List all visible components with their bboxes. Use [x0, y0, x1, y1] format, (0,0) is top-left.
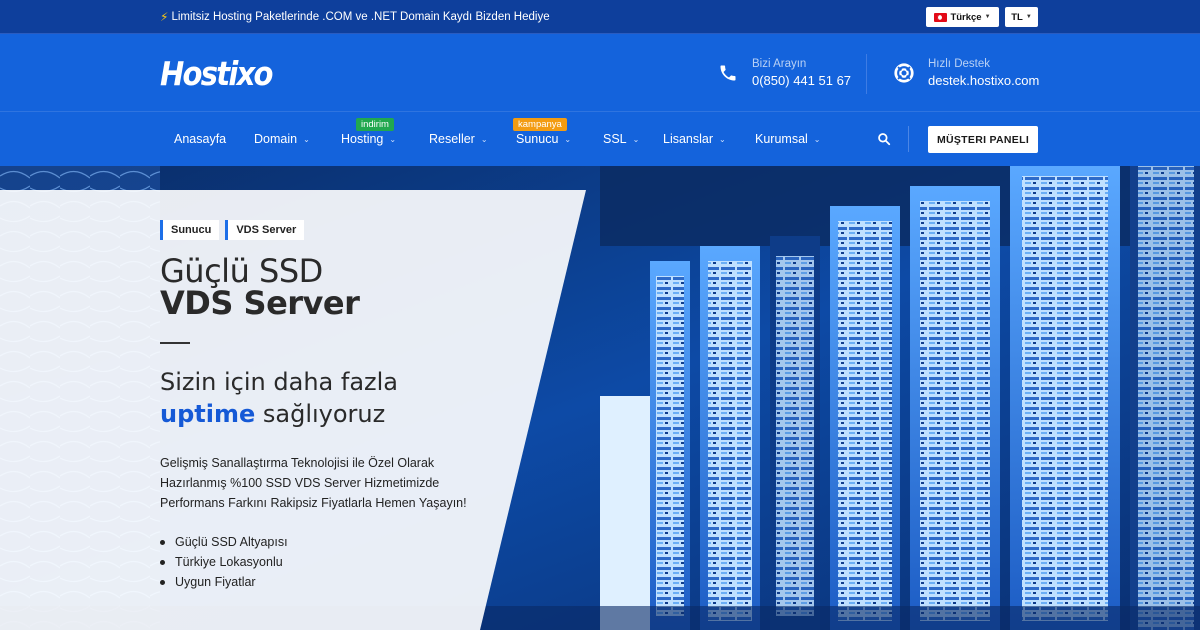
- chevron-down-icon: ⌄: [480, 134, 488, 144]
- nav-label: Lisanslar: [663, 132, 714, 146]
- chevron-down-icon: ⌄: [564, 134, 572, 144]
- phone-icon: [716, 61, 740, 85]
- support-link: destek.hostixo.com: [928, 73, 1040, 88]
- caret-down-icon: ▼: [1025, 14, 1032, 20]
- phone-label: Bizi Arayın: [752, 58, 807, 70]
- feature-text: Türkiye Lokasyonlu: [175, 555, 283, 569]
- site-logo[interactable]: Hostixo: [160, 54, 274, 93]
- feature-text: Güçlü SSD Altyapısı: [175, 535, 288, 549]
- breadcrumb-item[interactable]: VDS Server: [225, 220, 305, 240]
- promo-text: Limitsiz Hosting Paketlerinde .COM ve .N…: [171, 11, 550, 23]
- support-contact[interactable]: Hızlı Destek destek.hostixo.com: [892, 58, 1039, 88]
- nav-label: Sunucu: [516, 132, 559, 146]
- discount-badge: indirim: [356, 118, 394, 131]
- logo-text: Hostixo: [160, 54, 274, 93]
- nav-label: SSL: [603, 132, 627, 146]
- feature-item: Türkiye Lokasyonlu: [160, 552, 288, 572]
- feature-list: Güçlü SSD Altyapısı Türkiye Lokasyonlu U…: [160, 532, 288, 592]
- nav-divider: [908, 126, 909, 152]
- description-line: Gelişmiş Sanallaştırma Teknolojisi ile Ö…: [160, 456, 435, 470]
- nav-item-sunucu[interactable]: Sunucu ⌄: [516, 132, 571, 146]
- language-selector[interactable]: Türkçe ▼: [926, 7, 999, 27]
- caret-down-icon: ▼: [984, 14, 991, 20]
- bullet-icon: [160, 559, 165, 565]
- hero-title-bold: VDS Server: [160, 284, 360, 322]
- promo-banner[interactable]: ⚡ Limitsiz Hosting Paketlerinde .COM ve …: [160, 10, 550, 24]
- main-nav: Anasayfa Domain ⌄ indirim Hosting ⌄ Rese…: [0, 112, 1200, 166]
- nav-label: Hosting: [341, 132, 384, 146]
- title-divider: [160, 342, 190, 344]
- chevron-down-icon: ⌄: [719, 134, 726, 144]
- nav-item-anasayfa[interactable]: Anasayfa: [174, 132, 226, 146]
- chevron-down-icon: ⌄: [303, 134, 310, 144]
- bullet-icon: [160, 539, 165, 545]
- campaign-badge: kampanya: [513, 118, 567, 131]
- nav-item-lisanslar[interactable]: Lisanslar ⌄: [663, 132, 726, 146]
- nav-item-ssl[interactable]: SSL ⌄: [603, 132, 639, 146]
- nav-item-domain[interactable]: Domain ⌄: [254, 132, 310, 146]
- currency-selector[interactable]: TL ▼: [1005, 7, 1038, 27]
- nav-label: Reseller: [429, 132, 475, 146]
- top-bar: ⚡ Limitsiz Hosting Paketlerinde .COM ve …: [0, 0, 1200, 34]
- feature-item: Güçlü SSD Altyapısı: [160, 532, 288, 552]
- description-line: Hazırlanmış %100 SSD VDS Server Hizmetim…: [160, 476, 440, 490]
- phone-contact[interactable]: Bizi Arayın 0(850) 441 51 67: [716, 58, 851, 88]
- lifebuoy-icon: [892, 61, 916, 85]
- support-label: Hızlı Destek: [928, 58, 990, 70]
- header-divider: [866, 54, 867, 94]
- language-label: Türkçe: [950, 11, 982, 23]
- breadcrumb-item[interactable]: Sunucu: [160, 220, 220, 240]
- chevron-down-icon: ⌄: [813, 134, 821, 144]
- nav-label: Domain: [254, 132, 298, 146]
- bolt-icon: ⚡: [160, 10, 169, 24]
- currency-label: TL: [1011, 11, 1023, 23]
- chevron-down-icon: ⌄: [389, 134, 397, 144]
- subtitle-highlight: uptime: [160, 400, 256, 428]
- nav-label: Anasayfa: [174, 132, 227, 146]
- description-line: Performans Farkını Rakipsiz Fiyatlarla H…: [160, 496, 467, 510]
- chevron-down-icon: ⌄: [632, 134, 640, 144]
- feature-text: Uygun Fiyatlar: [175, 575, 256, 589]
- hero-section: Sunucu VDS Server Güçlü SSD VDS Server S…: [0, 166, 1200, 630]
- search-icon[interactable]: [877, 132, 891, 146]
- nav-item-hosting[interactable]: Hosting ⌄: [341, 132, 396, 146]
- turkey-flag-icon: [934, 12, 948, 22]
- bullet-icon: [160, 579, 165, 585]
- feature-item: Uygun Fiyatlar: [160, 572, 288, 592]
- nav-item-kurumsal[interactable]: Kurumsal ⌄: [755, 132, 821, 146]
- hero-subtitle-line1: Sizin için daha fazla: [160, 368, 398, 396]
- nav-item-reseller[interactable]: Reseller ⌄: [429, 132, 488, 146]
- nav-label: Kurumsal: [755, 132, 808, 146]
- site-header: Hostixo Bizi Arayın 0(850) 441 51 67 Hız…: [0, 34, 1200, 112]
- hero-description: Gelişmiş Sanallaştırma Teknolojisi ile Ö…: [160, 453, 520, 513]
- customer-panel-button[interactable]: MÜŞTERI PANELI: [928, 126, 1038, 153]
- subtitle-rest: sağlıyoruz: [255, 400, 386, 428]
- hero-subtitle-line2: uptime sağlıyoruz: [160, 400, 385, 428]
- phone-number: 0(850) 441 51 67: [752, 73, 852, 88]
- breadcrumb: Sunucu VDS Server: [160, 220, 305, 240]
